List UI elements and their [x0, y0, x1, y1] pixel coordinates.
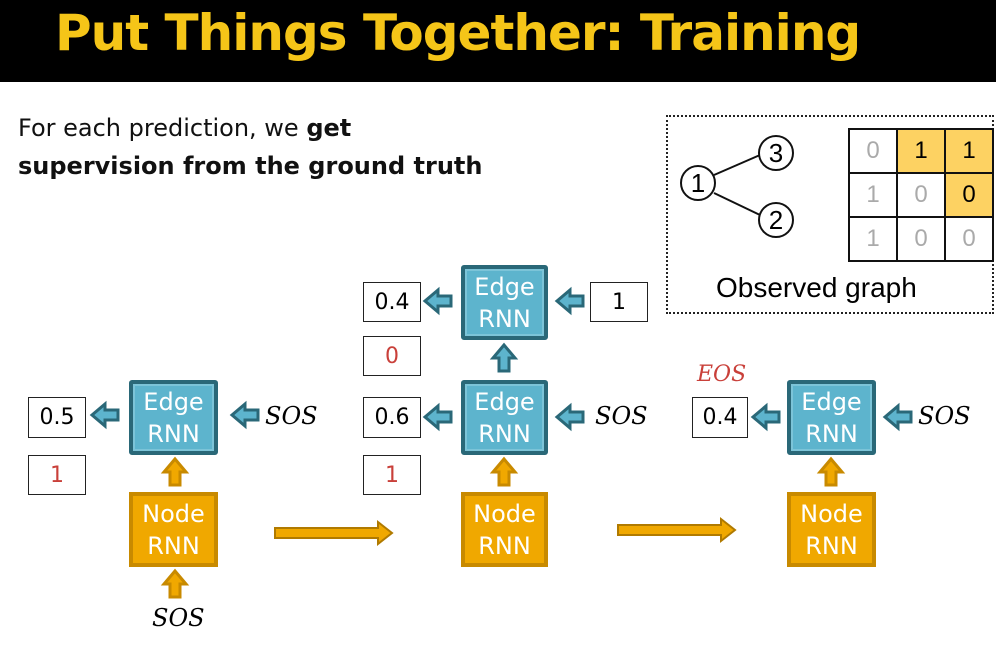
edge-rnn-step2: Edge RNN — [461, 380, 548, 455]
ground-truth-box: 1 — [363, 455, 421, 495]
graph-node-3: 3 — [758, 135, 794, 171]
edge-rnn-step1: Edge RNN — [129, 380, 218, 455]
input-box: 1 — [590, 282, 648, 322]
prediction-box: 0.6 — [363, 397, 421, 438]
cell: 0 — [944, 172, 994, 218]
sos-token: SOS — [918, 402, 971, 430]
cell: 1 — [896, 128, 946, 174]
ground-truth-box: 1 — [28, 455, 86, 495]
sos-token: SOS — [152, 604, 205, 632]
cell: 1 — [848, 172, 898, 218]
cell: 0 — [848, 128, 898, 174]
graph-node-1: 1 — [680, 165, 716, 201]
cell: 0 — [896, 216, 946, 262]
edge-rnn-step3: Edge RNN — [787, 380, 876, 455]
node-rnn-step1: Node RNN — [129, 492, 218, 567]
edge-rnn-step2-top: Edge RNN — [461, 265, 548, 340]
adjacency-matrix: 011 100 100 — [848, 128, 994, 262]
cell: 1 — [944, 128, 994, 174]
node-rnn-step2: Node RNN — [461, 492, 548, 567]
edge-1-2 — [713, 192, 761, 216]
cell: 0 — [944, 216, 994, 262]
prediction-box: 0.5 — [28, 397, 86, 438]
observed-graph-label: Observed graph — [716, 272, 917, 303]
sos-token: SOS — [595, 402, 648, 430]
node-rnn-step3: Node RNN — [787, 492, 876, 567]
ground-truth-box: 0 — [363, 336, 421, 376]
prediction-box: 0.4 — [363, 282, 421, 322]
eos-token: EOS — [697, 362, 747, 387]
edge-1-3 — [713, 154, 761, 176]
graph-node-2: 2 — [758, 202, 794, 238]
cell: 1 — [848, 216, 898, 262]
sos-token: SOS — [265, 402, 318, 430]
cell: 0 — [896, 172, 946, 218]
prediction-box: 0.4 — [692, 397, 748, 438]
